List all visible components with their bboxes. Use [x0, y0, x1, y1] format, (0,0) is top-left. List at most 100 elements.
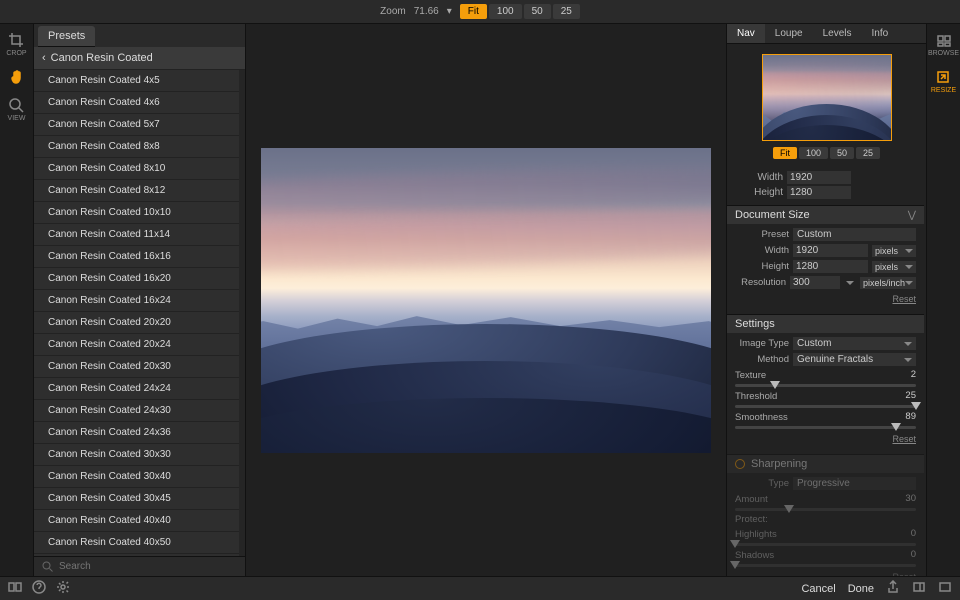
nav-zoom-segmented: Fit1005025: [773, 147, 880, 159]
preset-label: Preset: [735, 229, 789, 240]
share-button[interactable]: [886, 580, 900, 597]
canvas-area[interactable]: [246, 24, 726, 576]
nav-thumbnail[interactable]: [762, 54, 892, 141]
amount-slider[interactable]: Amount30: [735, 493, 916, 511]
preset-item[interactable]: Canon Resin Coated 16x20: [34, 268, 239, 290]
preset-item[interactable]: Canon Resin Coated 4x5: [34, 70, 239, 92]
chevron-left-icon: ‹: [42, 52, 46, 64]
smoothness-slider[interactable]: Smoothness89: [735, 411, 916, 429]
tab-levels[interactable]: Levels: [813, 24, 862, 43]
resize-tool[interactable]: RESIZE: [931, 69, 956, 94]
doc-res-input[interactable]: [790, 276, 840, 289]
doc-width-input[interactable]: [793, 244, 868, 257]
preset-item[interactable]: Canon Resin Coated 20x30: [34, 356, 239, 378]
slider-thumb-icon[interactable]: [911, 402, 921, 410]
presets-tab[interactable]: Presets: [38, 26, 95, 47]
method-select[interactable]: Genuine Fractals: [793, 353, 916, 366]
sidebar-toggle[interactable]: [912, 580, 926, 597]
preset-item[interactable]: Canon Resin Coated 24x24: [34, 378, 239, 400]
sharpen-type-select[interactable]: Progressive: [793, 477, 916, 490]
preset-item[interactable]: Canon Resin Coated 24x30: [34, 400, 239, 422]
preset-item[interactable]: Canon Resin Coated 8x8: [34, 136, 239, 158]
slider-thumb-icon[interactable]: [770, 381, 780, 389]
bottom-bar: Cancel Done: [0, 576, 960, 600]
slider-thumb-icon[interactable]: [730, 540, 740, 548]
doc-height-unit[interactable]: pixels: [872, 261, 916, 273]
preset-item[interactable]: Canon Resin Coated 30x40: [34, 466, 239, 488]
settings-section: Settings Image TypeCustom MethodGenuine …: [727, 314, 924, 450]
tab-loupe[interactable]: Loupe: [765, 24, 813, 43]
doc-res-unit[interactable]: pixels/inch: [860, 277, 916, 289]
pixel-dimensions: Width Height: [727, 169, 924, 201]
link-dim-icon[interactable]: [846, 281, 854, 285]
grid-view-button[interactable]: [8, 580, 22, 597]
dim-height-input[interactable]: [787, 186, 851, 199]
preset-item[interactable]: Canon Resin Coated 24x36: [34, 422, 239, 444]
preset-item[interactable]: Canon Resin Coated 20x20: [34, 312, 239, 334]
browse-tool[interactable]: BROWSE: [928, 32, 959, 57]
doc-width-unit[interactable]: pixels: [872, 245, 916, 257]
preset-item[interactable]: Canon Resin Coated 16x24: [34, 290, 239, 312]
preset-select[interactable]: Custom: [793, 228, 916, 241]
shadows-slider[interactable]: Shadows0: [735, 549, 916, 567]
zoom-25-button[interactable]: 25: [856, 147, 880, 159]
preset-item[interactable]: Canon Resin Coated 4x6: [34, 92, 239, 114]
doc-height-input[interactable]: [793, 260, 868, 273]
preset-item[interactable]: Canon Resin Coated 11x14: [34, 224, 239, 246]
help-button[interactable]: [32, 580, 46, 597]
zoom-100-button[interactable]: 100: [799, 147, 828, 159]
sharpen-reset[interactable]: Reset: [735, 572, 916, 576]
dim-width-input[interactable]: [787, 171, 851, 184]
zoom-fit-button[interactable]: Fit: [773, 147, 797, 159]
preset-item[interactable]: Canon Resin Coated 8x10: [34, 158, 239, 180]
zoom-dropdown-icon[interactable]: ▾: [447, 6, 452, 17]
preset-search-input[interactable]: [59, 561, 237, 572]
texture-slider[interactable]: Texture2: [735, 369, 916, 387]
threshold-slider[interactable]: Threshold25: [735, 390, 916, 408]
preset-item[interactable]: Canon Resin Coated 16x16: [34, 246, 239, 268]
right-panel: NavLoupeLevelsInfo Fit1005025 Width Heig…: [726, 24, 960, 576]
zoom-100-button[interactable]: 100: [489, 4, 522, 19]
zoom-25-button[interactable]: 25: [553, 4, 580, 19]
crop-tool[interactable]: CROP: [6, 32, 26, 57]
presets-list[interactable]: Canon Resin Coated 4x5Canon Resin Coated…: [34, 70, 245, 556]
search-icon: [42, 561, 53, 572]
slider-thumb-icon[interactable]: [891, 423, 901, 431]
highlights-slider[interactable]: Highlights0: [735, 528, 916, 546]
zoom-50-button[interactable]: 50: [524, 4, 551, 19]
settings-button[interactable]: [56, 580, 70, 597]
slider-thumb-icon[interactable]: [784, 505, 794, 513]
zoom-fit-button[interactable]: Fit: [460, 4, 487, 19]
presets-group-header[interactable]: ‹ Canon Resin Coated: [34, 47, 245, 70]
preset-item[interactable]: Canon Resin Coated 5x7: [34, 114, 239, 136]
toggle-dot-icon[interactable]: [735, 459, 745, 469]
tab-info[interactable]: Info: [862, 24, 899, 43]
image-type-select[interactable]: Custom: [793, 337, 916, 350]
chevron-down-icon[interactable]: ⋁: [908, 210, 916, 221]
done-button[interactable]: Done: [848, 583, 874, 595]
preset-item[interactable]: Canon Resin Coated 40x50: [34, 532, 239, 554]
presets-group-label: Canon Resin Coated: [51, 52, 153, 64]
cancel-button[interactable]: Cancel: [801, 583, 835, 595]
settings-reset[interactable]: Reset: [735, 434, 916, 444]
hand-tool[interactable]: [9, 69, 25, 85]
view-tool[interactable]: VIEW: [8, 97, 26, 122]
zoom-50-button[interactable]: 50: [830, 147, 854, 159]
preset-item[interactable]: Canon Resin Coated 40x40: [34, 510, 239, 532]
left-tool-rail: CROP VIEW: [0, 24, 34, 576]
fullscreen-button[interactable]: [938, 580, 952, 597]
image-preview: [261, 148, 711, 453]
preset-item[interactable]: Canon Resin Coated 20x24: [34, 334, 239, 356]
preset-item[interactable]: Canon Resin Coated 8x12: [34, 180, 239, 202]
tab-nav[interactable]: Nav: [727, 24, 765, 43]
preset-item[interactable]: Canon Resin Coated 10x10: [34, 202, 239, 224]
preset-search-row: [34, 556, 245, 576]
top-zoom-bar: Zoom 71.66 ▾ Fit1005025: [0, 0, 960, 24]
dim-height-label: Height: [735, 187, 783, 198]
image-type-label: Image Type: [735, 338, 789, 349]
preset-item[interactable]: Canon Resin Coated 30x45: [34, 488, 239, 510]
slider-thumb-icon[interactable]: [730, 561, 740, 569]
right-tabs: NavLoupeLevelsInfo: [727, 24, 926, 44]
preset-item[interactable]: Canon Resin Coated 30x30: [34, 444, 239, 466]
doc-size-reset[interactable]: Reset: [735, 294, 916, 304]
